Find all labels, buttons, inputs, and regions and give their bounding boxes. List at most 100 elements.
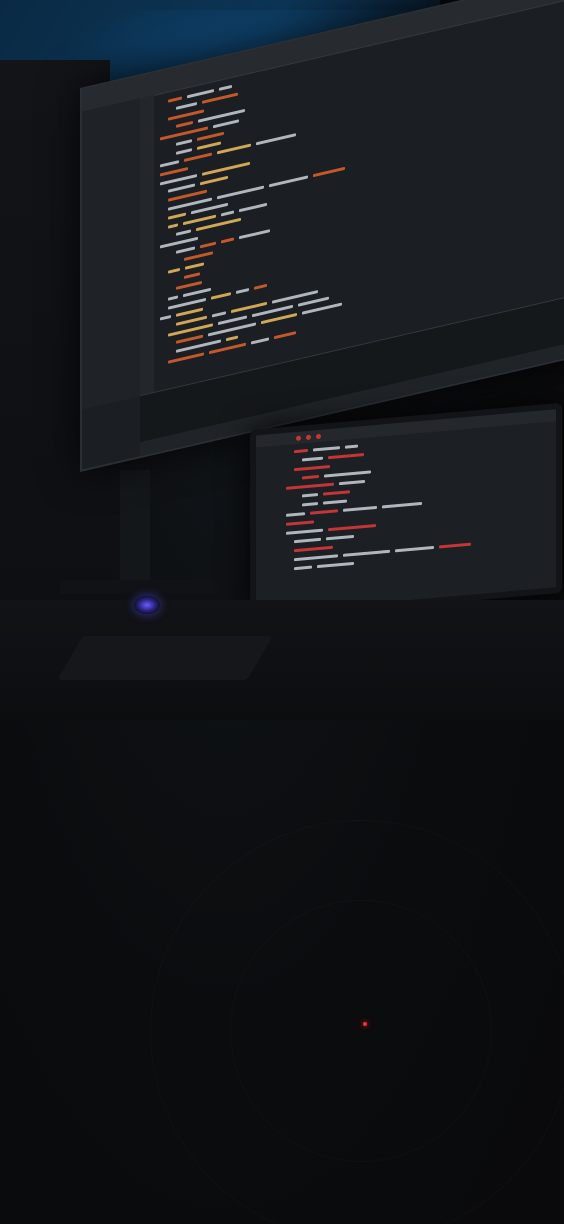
code-stroke (326, 534, 354, 541)
code-stroke (184, 251, 213, 261)
code-stroke (395, 545, 434, 553)
code-stroke (197, 141, 221, 150)
window-dot-icon (296, 435, 301, 441)
code-stroke (239, 202, 267, 213)
code-stroke (168, 183, 195, 193)
code-stroke (176, 307, 203, 317)
code-stroke (221, 210, 234, 217)
window-dot-icon (316, 433, 321, 440)
window-dot-icon (306, 434, 311, 441)
code-stroke (183, 287, 211, 298)
code-stroke (286, 528, 323, 535)
code-stroke (176, 229, 191, 236)
code-stroke (323, 499, 347, 505)
code-stroke (217, 143, 251, 155)
code-stroke (197, 131, 224, 141)
code-stroke (168, 223, 178, 229)
code-stroke (160, 160, 179, 168)
code-stroke (202, 161, 250, 176)
code-stroke (343, 549, 390, 557)
code-stroke (185, 262, 204, 270)
code-stroke (286, 482, 334, 490)
code-stroke (184, 152, 212, 162)
code-stroke (176, 334, 203, 344)
code-stroke (176, 148, 192, 155)
code-stroke (202, 92, 238, 104)
code-stroke (317, 561, 354, 569)
code-stroke (294, 448, 308, 454)
code-stroke (168, 212, 186, 220)
monitor-stand (120, 470, 150, 590)
speaker-ring (230, 900, 492, 1162)
code-stroke (313, 166, 345, 178)
code-stroke (168, 96, 182, 103)
laptop-code-area (286, 428, 546, 601)
code-stroke (209, 342, 246, 355)
code-stroke (302, 474, 319, 480)
code-stroke (310, 509, 338, 515)
code-stroke (339, 479, 365, 486)
code-stroke (176, 101, 197, 110)
code-stroke (323, 490, 350, 496)
glowing-puck-icon (134, 596, 160, 614)
code-stroke (217, 185, 264, 200)
code-stroke (212, 311, 226, 318)
code-stroke (200, 175, 228, 186)
red-led-icon (363, 1022, 367, 1026)
code-stroke (254, 283, 267, 290)
code-stroke (176, 120, 193, 128)
code-stroke (302, 456, 323, 462)
code-stroke (343, 505, 377, 512)
code-stroke (176, 315, 207, 326)
code-stroke (168, 267, 180, 274)
editor-line-gutter (140, 94, 154, 397)
editor-file-tree (82, 97, 141, 410)
code-stroke (236, 287, 249, 294)
code-stroke (176, 246, 195, 254)
monitor-stand-base (60, 580, 220, 594)
code-stroke (294, 545, 333, 553)
code-stroke (269, 175, 308, 188)
code-stroke (213, 119, 239, 129)
code-stroke (439, 542, 471, 549)
code-stroke (221, 237, 234, 244)
code-stroke (328, 523, 376, 532)
laptop-screen (250, 402, 562, 620)
code-stroke (328, 453, 364, 460)
code-stroke (211, 292, 231, 300)
code-stroke (313, 446, 340, 452)
code-stroke (160, 167, 188, 177)
code-stroke (302, 502, 318, 507)
code-stroke (168, 352, 204, 364)
main-monitor (80, 0, 564, 473)
code-stroke (274, 331, 296, 340)
code-stroke (302, 493, 318, 498)
code-stroke (184, 272, 200, 279)
code-stroke (294, 537, 321, 544)
code-stroke (187, 89, 214, 99)
code-stroke (294, 565, 312, 571)
code-stroke (286, 512, 305, 517)
code-stroke (324, 470, 371, 478)
code-stroke (168, 323, 213, 337)
photo-scene (0, 0, 564, 1224)
code-stroke (261, 312, 297, 325)
code-stroke (345, 444, 358, 449)
code-stroke (208, 322, 256, 337)
code-stroke (218, 315, 247, 326)
code-stroke (226, 335, 238, 342)
code-stroke (251, 337, 269, 345)
code-stroke (219, 84, 232, 91)
code-stroke (382, 501, 422, 509)
code-stroke (239, 229, 270, 240)
code-stroke (256, 133, 296, 146)
code-stroke (200, 241, 216, 249)
code-stroke (298, 296, 329, 307)
code-stroke (294, 465, 330, 472)
code-stroke (294, 554, 338, 562)
code-stroke (168, 295, 178, 301)
code-stroke (160, 314, 171, 321)
code-stroke (176, 280, 202, 290)
keyboard (57, 636, 273, 680)
code-stroke (176, 139, 192, 146)
